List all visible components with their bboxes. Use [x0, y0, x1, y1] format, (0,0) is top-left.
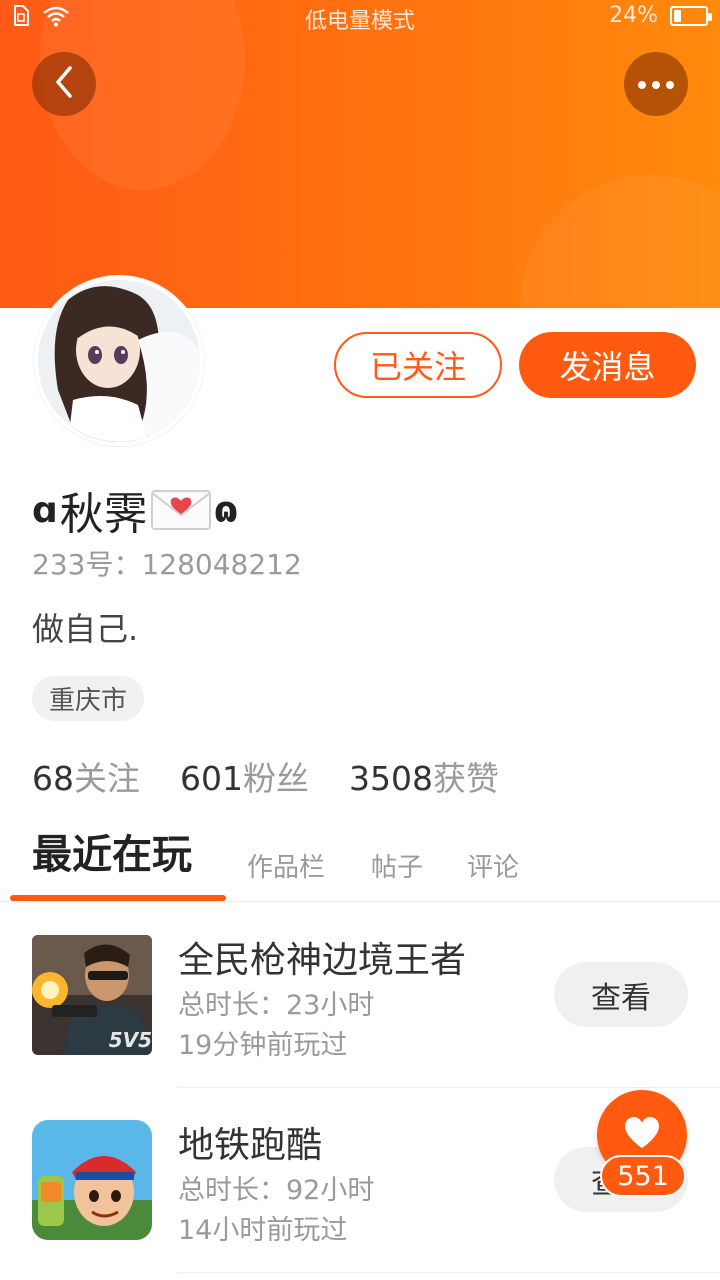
- like-count-badge: 551: [600, 1155, 686, 1197]
- heart-icon: [623, 1116, 661, 1154]
- nickname-text: 秋霁: [59, 489, 148, 540]
- game-total-time: 总时长：92小时: [178, 1175, 375, 1206]
- tab-recently-played[interactable]: 最近在玩: [32, 826, 192, 884]
- back-button[interactable]: [32, 52, 96, 116]
- avatar-image: [38, 280, 200, 442]
- divider: [177, 1272, 720, 1273]
- user-bio: 做自己.: [32, 610, 139, 648]
- active-tab-indicator: [10, 895, 226, 901]
- tab-posts[interactable]: 帖子: [371, 838, 423, 898]
- more-options-button[interactable]: [624, 52, 688, 116]
- nickname: ɑ 秋霁 ɷ: [32, 478, 238, 542]
- battery-icon: [670, 5, 712, 26]
- game-last-played: 19分钟前玩过: [178, 1030, 348, 1061]
- stat-followers[interactable]: 601粉丝: [180, 752, 309, 800]
- love-letter-icon: [150, 487, 212, 533]
- user-id-label: 233号：: [32, 548, 142, 581]
- game-icon: [32, 1120, 152, 1240]
- stat-likes[interactable]: 3508获赞: [349, 752, 499, 800]
- view-game-button[interactable]: 查看: [554, 962, 688, 1027]
- more-dots-icon: [636, 75, 676, 94]
- stat-following[interactable]: 68关注: [32, 752, 140, 800]
- game-total-time: 总时长：23小时: [178, 990, 375, 1021]
- nickname-suffix: ɷ: [213, 489, 239, 531]
- game-icon-label: 5V5: [108, 1028, 152, 1052]
- game-last-played: 14小时前玩过: [178, 1215, 348, 1246]
- send-message-button[interactable]: 发消息: [519, 332, 696, 398]
- banner-decoration: [520, 175, 720, 308]
- user-id: 233号：128048212: [32, 543, 302, 583]
- location-tag: 重庆市: [32, 676, 145, 721]
- list-item[interactable]: 5V5 全民枪神边境王者 总时长：23小时 19分钟前玩过 查看: [0, 903, 720, 1088]
- user-id-value: 128048212: [141, 548, 302, 581]
- battery-percent: 24%: [609, 3, 658, 28]
- tab-comments[interactable]: 评论: [467, 838, 519, 898]
- followed-button[interactable]: 已关注: [334, 332, 502, 398]
- nickname-prefix: ɑ: [32, 489, 58, 531]
- game-icon: 5V5: [32, 935, 152, 1055]
- profile-banner: 低电量模式 24%: [0, 0, 720, 308]
- chevron-left-icon: [52, 64, 76, 104]
- stats-row: 68关注 601粉丝 3508获赞: [32, 752, 499, 800]
- tab-works[interactable]: 作品栏: [247, 838, 325, 898]
- game-title: 全民枪神边境王者: [178, 940, 467, 981]
- status-bar: 低电量模式 24%: [0, 0, 720, 36]
- game-title: 地铁跑酷: [178, 1125, 323, 1166]
- avatar[interactable]: [34, 276, 204, 446]
- profile-tabs: 最近在玩 作品栏 帖子 评论: [0, 826, 720, 902]
